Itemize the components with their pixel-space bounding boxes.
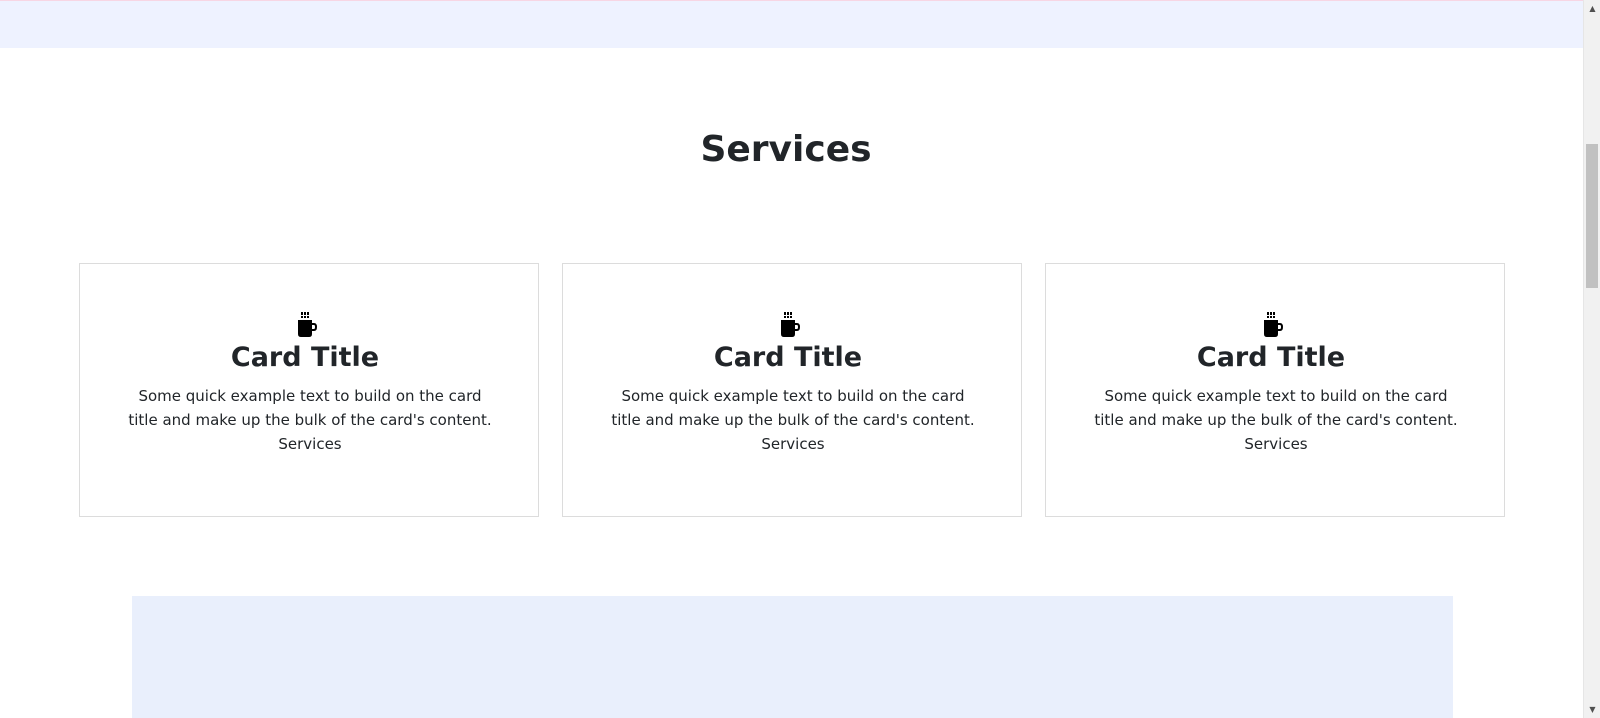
coffee-cup-icon xyxy=(781,312,800,337)
vertical-scrollbar[interactable]: ▲ ▼ xyxy=(1583,0,1600,718)
service-card: Card Title Some quick example text to bu… xyxy=(562,263,1022,517)
card-title: Card Title xyxy=(1196,342,1346,373)
scrollbar-thumb[interactable] xyxy=(1586,144,1598,288)
bottom-banner xyxy=(132,596,1453,718)
coffee-cup-icon xyxy=(1264,312,1283,337)
card-text: Some quick example text to build on the … xyxy=(611,387,975,429)
scroll-up-arrow-icon[interactable]: ▲ xyxy=(1584,0,1600,17)
coffee-cup-icon xyxy=(298,312,317,337)
page: Services Card Title Some quick example t… xyxy=(0,0,1583,718)
card-note: Services xyxy=(1244,435,1308,453)
service-card: Card Title Some quick example text to bu… xyxy=(1045,263,1505,517)
section-title: Services xyxy=(700,129,872,170)
card-title: Card Title xyxy=(230,342,380,373)
scroll-down-arrow-icon[interactable]: ▼ xyxy=(1584,701,1600,718)
card-text: Some quick example text to build on the … xyxy=(1094,387,1458,429)
service-card: Card Title Some quick example text to bu… xyxy=(79,263,539,517)
card-title: Card Title xyxy=(713,342,863,373)
card-note: Services xyxy=(278,435,342,453)
card-note: Services xyxy=(761,435,825,453)
top-banner xyxy=(0,0,1583,48)
card-text: Some quick example text to build on the … xyxy=(128,387,492,429)
